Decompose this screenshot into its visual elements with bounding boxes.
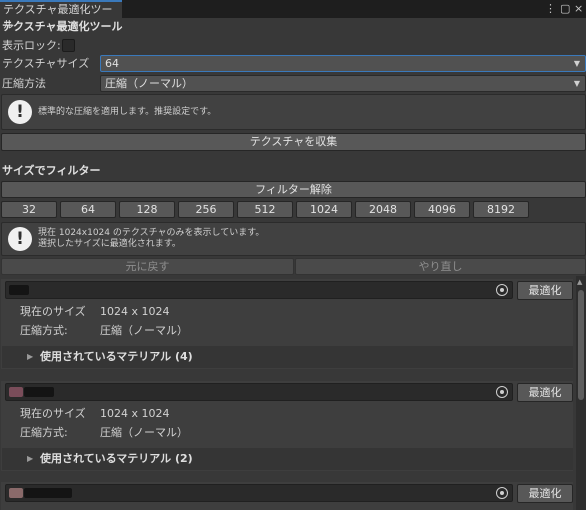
texture-name-redacted: [24, 387, 54, 397]
exclamation-icon: !: [8, 100, 32, 124]
exclamation-icon: !: [8, 227, 32, 251]
window-tab-bar: テクスチャ最適化ツール ⋮ ▢ ×: [0, 0, 586, 31]
texture-object-field[interactable]: [5, 383, 513, 401]
tool-title: テクスチャ最適化ツール: [2, 20, 123, 33]
object-picker-icon[interactable]: [496, 487, 508, 499]
texture-card: 最適化: [1, 482, 573, 510]
collect-textures-button[interactable]: テクスチャを収集: [1, 133, 586, 151]
filter-help-box: ! 現在 1024x1024 のテクスチャのみを表示しています。 選択したサイズ…: [1, 222, 586, 256]
filter-help-line-2: 選択したサイズに最適化されます。: [38, 239, 181, 249]
current-size-label: 現在のサイズ: [20, 305, 86, 318]
texture-thumbnail: [9, 285, 29, 295]
texture-thumbnail: [9, 387, 23, 397]
compression-type-value: 圧縮（ノーマル）: [100, 426, 188, 439]
undo-button[interactable]: 元に戻す: [1, 258, 294, 275]
size-filter-button[interactable]: 64: [60, 201, 116, 218]
texture-name-redacted: [24, 488, 72, 498]
size-filter-button[interactable]: 256: [178, 201, 234, 218]
texture-card: 最適化 現在のサイズ 1024 x 1024 圧縮方式: 圧縮（ノーマル） ▶ …: [1, 279, 573, 369]
clear-filter-button[interactable]: フィルター解除: [1, 181, 586, 198]
object-picker-icon[interactable]: [496, 386, 508, 398]
texture-size-label: テクスチャサイズ: [2, 57, 90, 70]
compression-help-box: ! 標準的な圧縮を適用します。推奨設定です。: [1, 94, 586, 130]
texture-object-field[interactable]: [5, 281, 513, 299]
size-filter-button[interactable]: 8192: [473, 201, 529, 218]
size-filter-button[interactable]: 4096: [414, 201, 470, 218]
window-tab[interactable]: テクスチャ最適化ツール: [0, 0, 122, 31]
optimize-button[interactable]: 最適化: [517, 281, 573, 300]
texture-size-value: 64: [105, 57, 119, 70]
triangle-down-icon: ▼: [573, 79, 580, 88]
compression-help-text: 標準的な圧縮を適用します。推奨設定です。: [38, 107, 217, 117]
size-filter-button[interactable]: 2048: [355, 201, 411, 218]
materials-foldout[interactable]: ▶ 使用されているマテリアル (2): [2, 448, 573, 470]
maximize-icon[interactable]: ▢: [560, 2, 570, 16]
more-options-icon[interactable]: ⋮: [545, 2, 556, 16]
materials-foldout[interactable]: ▶ 使用されているマテリアル (4): [2, 346, 573, 368]
triangle-right-icon: ▶: [27, 352, 34, 361]
optimize-button[interactable]: 最適化: [517, 383, 573, 402]
object-picker-icon[interactable]: [496, 284, 508, 296]
compression-type-label: 圧縮方式:: [20, 324, 68, 337]
triangle-right-icon: ▶: [27, 454, 34, 463]
texture-object-field[interactable]: [5, 484, 513, 502]
filter-help-line-1: 現在 1024x1024 のテクスチャのみを表示しています。: [38, 228, 265, 238]
compression-type-value: 圧縮（ノーマル）: [100, 324, 188, 337]
scrollbar-thumb[interactable]: [578, 290, 584, 400]
texture-size-dropdown[interactable]: 64 ▼: [100, 55, 586, 72]
materials-foldout-label: 使用されているマテリアル (4): [40, 350, 193, 363]
compression-type-label: 圧縮方式:: [20, 426, 68, 439]
compression-dropdown[interactable]: 圧縮（ノーマル） ▼: [100, 75, 586, 92]
triangle-down-icon: ▼: [573, 59, 580, 68]
optimize-button[interactable]: 最適化: [517, 484, 573, 503]
materials-foldout-label: 使用されているマテリアル (2): [40, 452, 193, 465]
current-size-label: 現在のサイズ: [20, 407, 86, 420]
texture-card: 最適化 現在のサイズ 1024 x 1024 圧縮方式: 圧縮（ノーマル） ▶ …: [1, 381, 573, 471]
redo-button[interactable]: やり直し: [295, 258, 586, 275]
size-filter-button[interactable]: 1024: [296, 201, 352, 218]
filter-section-title: サイズでフィルター: [2, 164, 101, 177]
display-lock-label: 表示ロック:: [2, 39, 61, 52]
size-filter-button[interactable]: 128: [119, 201, 175, 218]
current-size-value: 1024 x 1024: [100, 407, 170, 420]
close-icon[interactable]: ×: [574, 2, 583, 16]
size-filter-button[interactable]: 512: [237, 201, 293, 218]
vertical-scrollbar[interactable]: ▲: [576, 276, 586, 510]
texture-thumbnail: [9, 488, 23, 498]
display-lock-checkbox[interactable]: [62, 39, 75, 52]
compression-label: 圧縮方法: [2, 77, 46, 90]
scroll-up-icon[interactable]: ▲: [577, 278, 582, 286]
size-filter-button[interactable]: 32: [1, 201, 57, 218]
compression-value: 圧縮（ノーマル）: [105, 77, 193, 90]
current-size-value: 1024 x 1024: [100, 305, 170, 318]
